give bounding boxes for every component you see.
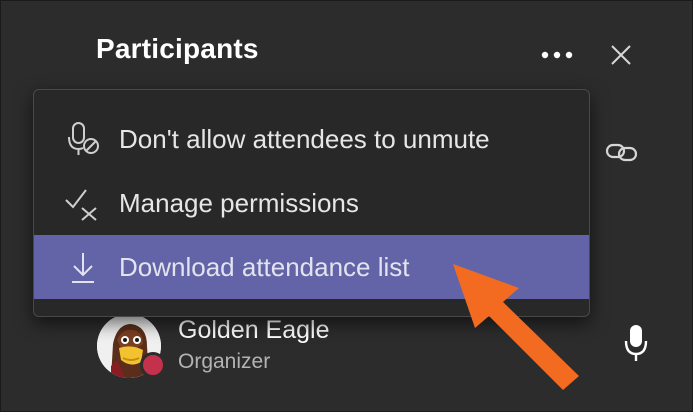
menu-item-label: Download attendance list	[119, 251, 410, 282]
close-button[interactable]	[605, 39, 637, 71]
more-options-button[interactable]	[537, 41, 577, 69]
panel-title: Participants	[96, 33, 259, 64]
menu-item-download-attendance[interactable]: Download attendance list	[34, 235, 589, 299]
close-icon	[611, 45, 631, 65]
menu-item-label: Don't allow attendees to unmute	[119, 123, 490, 154]
participant-row[interactable]: Golden Eagle Organizer	[97, 312, 657, 382]
menu-item-dont-allow-unmute[interactable]: Don't allow attendees to unmute	[34, 107, 589, 171]
more-options-icon	[541, 51, 573, 59]
participant-role: Organizer	[178, 350, 271, 373]
participant-mic-button[interactable]	[623, 323, 649, 363]
menu-item-label: Manage permissions	[119, 187, 359, 218]
share-link-icon	[605, 143, 638, 162]
menu-item-manage-permissions[interactable]: Manage permissions	[34, 171, 589, 235]
check-cross-icon	[65, 189, 97, 221]
status-busy-indicator	[140, 352, 166, 378]
panel-header: Participants	[1, 1, 692, 91]
share-link-button[interactable]	[604, 138, 640, 166]
download-icon	[72, 253, 94, 283]
mic-off-icon	[68, 122, 99, 155]
microphone-icon	[624, 325, 648, 361]
participant-name: Golden Eagle	[178, 316, 330, 344]
more-options-menu: Don't allow attendees to unmute Manage p…	[33, 89, 590, 317]
participants-panel: Participants Golden Eagle Organizer Don'…	[0, 0, 693, 412]
